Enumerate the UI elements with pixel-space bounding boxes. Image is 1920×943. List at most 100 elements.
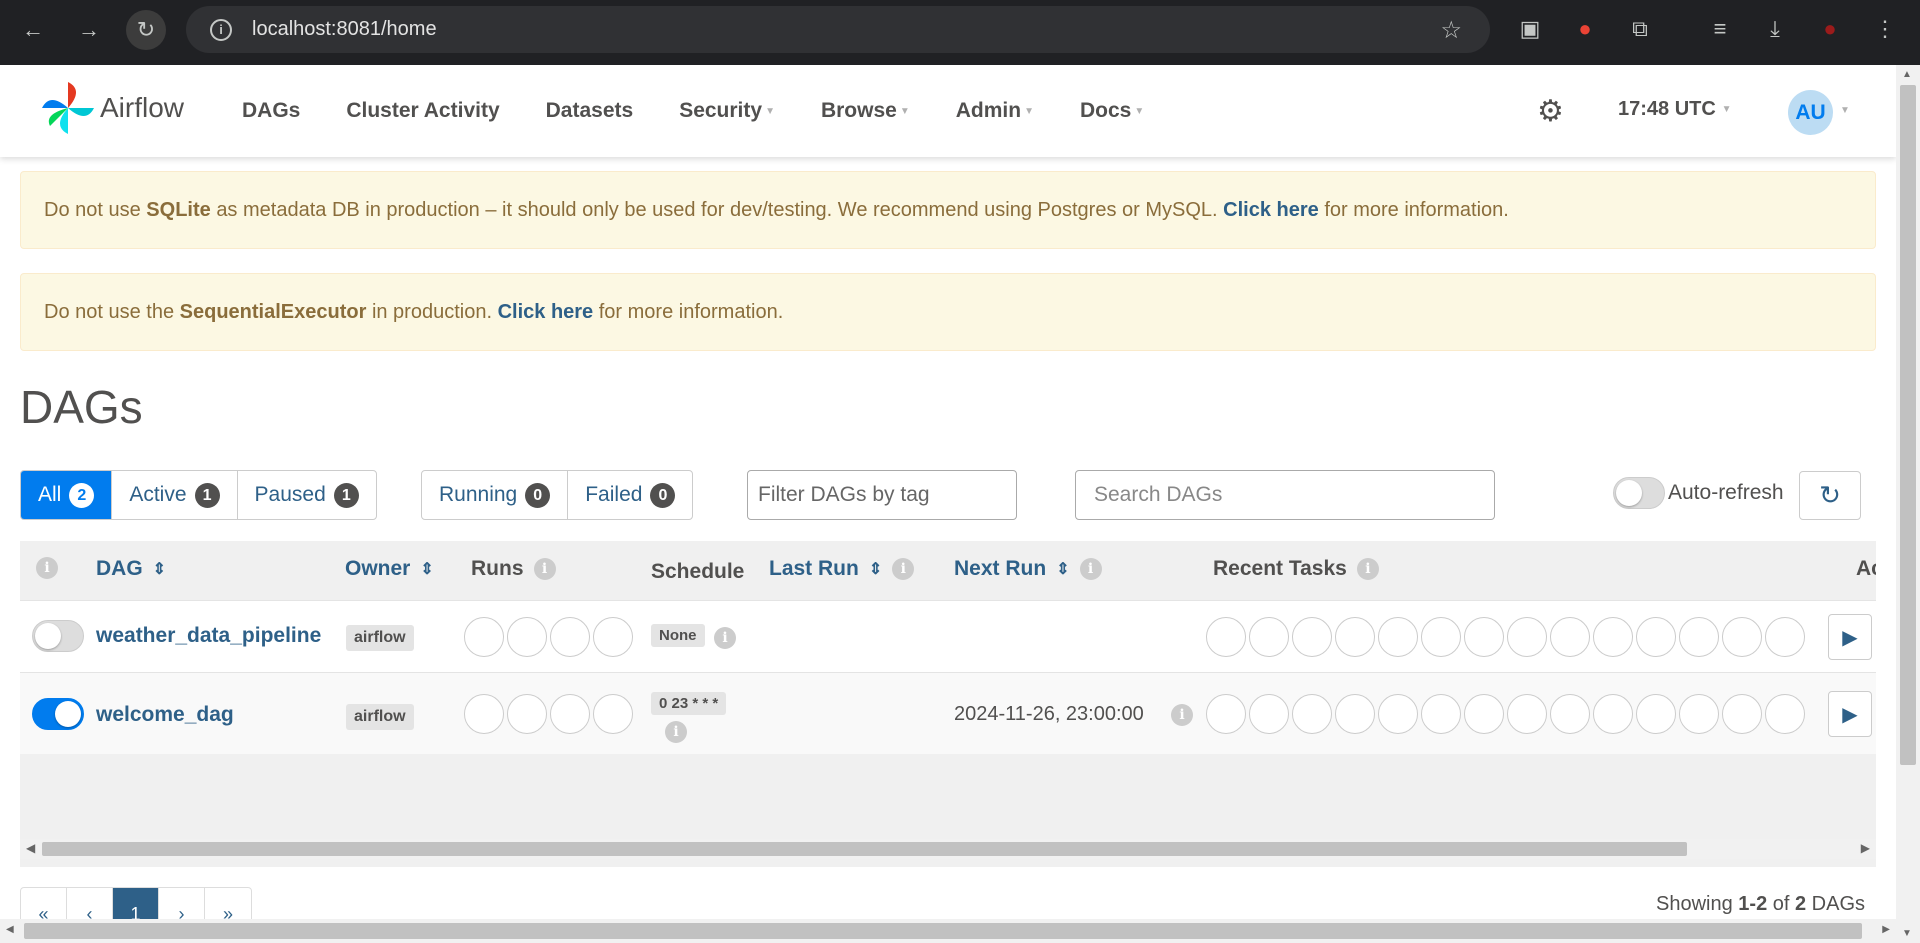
browser-menu-icon[interactable]: ⋮ [1870,14,1900,44]
airflow-logo[interactable]: Airflow [40,80,184,136]
owner-tag[interactable]: airflow [346,704,414,730]
task-state-circle[interactable] [1206,617,1246,657]
profile-avatar-icon[interactable]: ● [1815,14,1845,44]
trigger-dag-button[interactable]: ▶ [1828,614,1872,660]
task-state-circle[interactable] [1464,617,1504,657]
run-state-circle[interactable] [464,694,504,734]
table-horizontal-scrollbar[interactable]: ◀ ▶ [20,839,1876,859]
back-icon[interactable]: ← [13,10,53,50]
run-state-circle[interactable] [507,617,547,657]
page-next-button[interactable]: › [159,888,205,919]
task-state-circle[interactable] [1292,617,1332,657]
task-state-circle[interactable] [1292,694,1332,734]
user-avatar[interactable]: AU [1788,90,1833,135]
caret-down-icon[interactable]: ▼ [1840,105,1850,116]
column-last-run[interactable]: Last Run ⇕ i [769,557,915,581]
media-queue-icon[interactable]: ≡ [1705,14,1735,44]
theme-gear-icon[interactable]: ⚙ [1537,94,1564,129]
trigger-dag-button[interactable]: ▶ [1828,691,1872,737]
task-state-circle[interactable] [1593,694,1633,734]
column-next-run[interactable]: Next Run ⇕ i [954,557,1102,581]
task-state-circle[interactable] [1206,694,1246,734]
task-state-circle[interactable] [1636,694,1676,734]
time-dropdown[interactable]: 17:48 UTC ▼ [1618,98,1732,121]
task-state-circle[interactable] [1550,617,1590,657]
nav-security[interactable]: Security ▼ [679,99,775,123]
schedule-badge[interactable]: 0 23 * * * [651,692,727,715]
scroll-down-icon[interactable]: ▼ [1902,928,1912,939]
filter-active-button[interactable]: Active 1 [112,471,238,519]
task-state-circle[interactable] [1249,617,1289,657]
task-state-circle[interactable] [1421,694,1461,734]
dag-pause-toggle[interactable] [32,698,84,730]
scroll-left-icon[interactable]: ◀ [26,841,35,855]
extension-icon[interactable]: ▣ [1515,14,1545,44]
forward-icon[interactable]: → [69,10,109,50]
bookmark-star-icon[interactable]: ☆ [1440,16,1462,45]
alert-link[interactable]: Click here [1223,199,1319,222]
nav-cluster-activity[interactable]: Cluster Activity [346,99,499,123]
scrollbar-thumb[interactable] [42,842,1687,856]
task-state-circle[interactable] [1765,617,1805,657]
task-state-circle[interactable] [1335,617,1375,657]
task-state-circle[interactable] [1249,694,1289,734]
task-state-circle[interactable] [1593,617,1633,657]
task-state-circle[interactable] [1507,617,1547,657]
owner-tag[interactable]: airflow [346,625,414,651]
task-state-circle[interactable] [1421,617,1461,657]
filter-failed-button[interactable]: Failed 0 [568,471,692,519]
auto-refresh-toggle[interactable] [1613,477,1665,509]
page-current-button[interactable]: 1 [113,888,159,919]
task-state-circle[interactable] [1378,694,1418,734]
run-state-circle[interactable] [550,694,590,734]
run-state-circle[interactable] [464,617,504,657]
tag-filter-input[interactable]: Filter DAGs by tag [747,470,1017,520]
filter-running-button[interactable]: Running 0 [422,471,569,519]
page-prev-button[interactable]: ‹ [67,888,113,919]
filter-all-button[interactable]: All 2 [21,471,113,519]
task-state-circle[interactable] [1636,617,1676,657]
nav-admin[interactable]: Admin ▼ [956,99,1034,123]
scroll-right-icon[interactable]: ▶ [1882,924,1890,935]
download-icon[interactable]: ⤓ [1760,14,1790,44]
dag-link[interactable]: weather_data_pipeline [96,624,321,648]
task-state-circle[interactable] [1722,694,1762,734]
scroll-left-icon[interactable]: ◀ [6,924,14,935]
page-last-button[interactable]: » [205,888,251,920]
page-first-button[interactable]: « [21,888,67,919]
page-vertical-scrollbar[interactable]: ▲ ▼ [1896,65,1920,943]
column-owner[interactable]: Owner ⇕ [345,557,434,581]
refresh-button[interactable]: ↻ [1799,471,1861,520]
run-state-circle[interactable] [593,617,633,657]
task-state-circle[interactable] [1722,617,1762,657]
task-state-circle[interactable] [1679,617,1719,657]
task-state-circle[interactable] [1335,694,1375,734]
site-info-icon[interactable]: i [210,18,232,41]
extensions-puzzle-icon[interactable]: ⧉ [1625,14,1655,44]
task-state-circle[interactable] [1464,694,1504,734]
search-dags-input[interactable]: Search DAGs [1075,470,1495,520]
task-state-circle[interactable] [1378,617,1418,657]
dag-link[interactable]: welcome_dag [96,703,234,727]
dag-pause-toggle[interactable] [32,620,84,652]
run-state-circle[interactable] [550,617,590,657]
nav-dags[interactable]: DAGs [242,99,300,123]
task-state-circle[interactable] [1550,694,1590,734]
filter-paused-button[interactable]: Paused 1 [238,471,376,519]
run-state-circle[interactable] [507,694,547,734]
nav-docs[interactable]: Docs ▼ [1080,99,1144,123]
stop-extension-icon[interactable]: ● [1570,14,1600,44]
page-horizontal-scrollbar[interactable]: ◀ ▶ [0,919,1896,943]
run-state-circle[interactable] [593,694,633,734]
task-state-circle[interactable] [1765,694,1805,734]
scroll-up-icon[interactable]: ▲ [1902,69,1912,80]
scrollbar-thumb[interactable] [24,923,1862,939]
nav-datasets[interactable]: Datasets [546,99,634,123]
scroll-right-icon[interactable]: ▶ [1861,841,1870,855]
address-bar[interactable]: i localhost:8081/home ☆ [186,6,1490,53]
reload-icon[interactable]: ↻ [126,10,166,50]
alert-link[interactable]: Click here [498,301,594,324]
scrollbar-thumb[interactable] [1900,85,1916,765]
column-dag[interactable]: DAG ⇕ [96,557,166,581]
task-state-circle[interactable] [1507,694,1547,734]
